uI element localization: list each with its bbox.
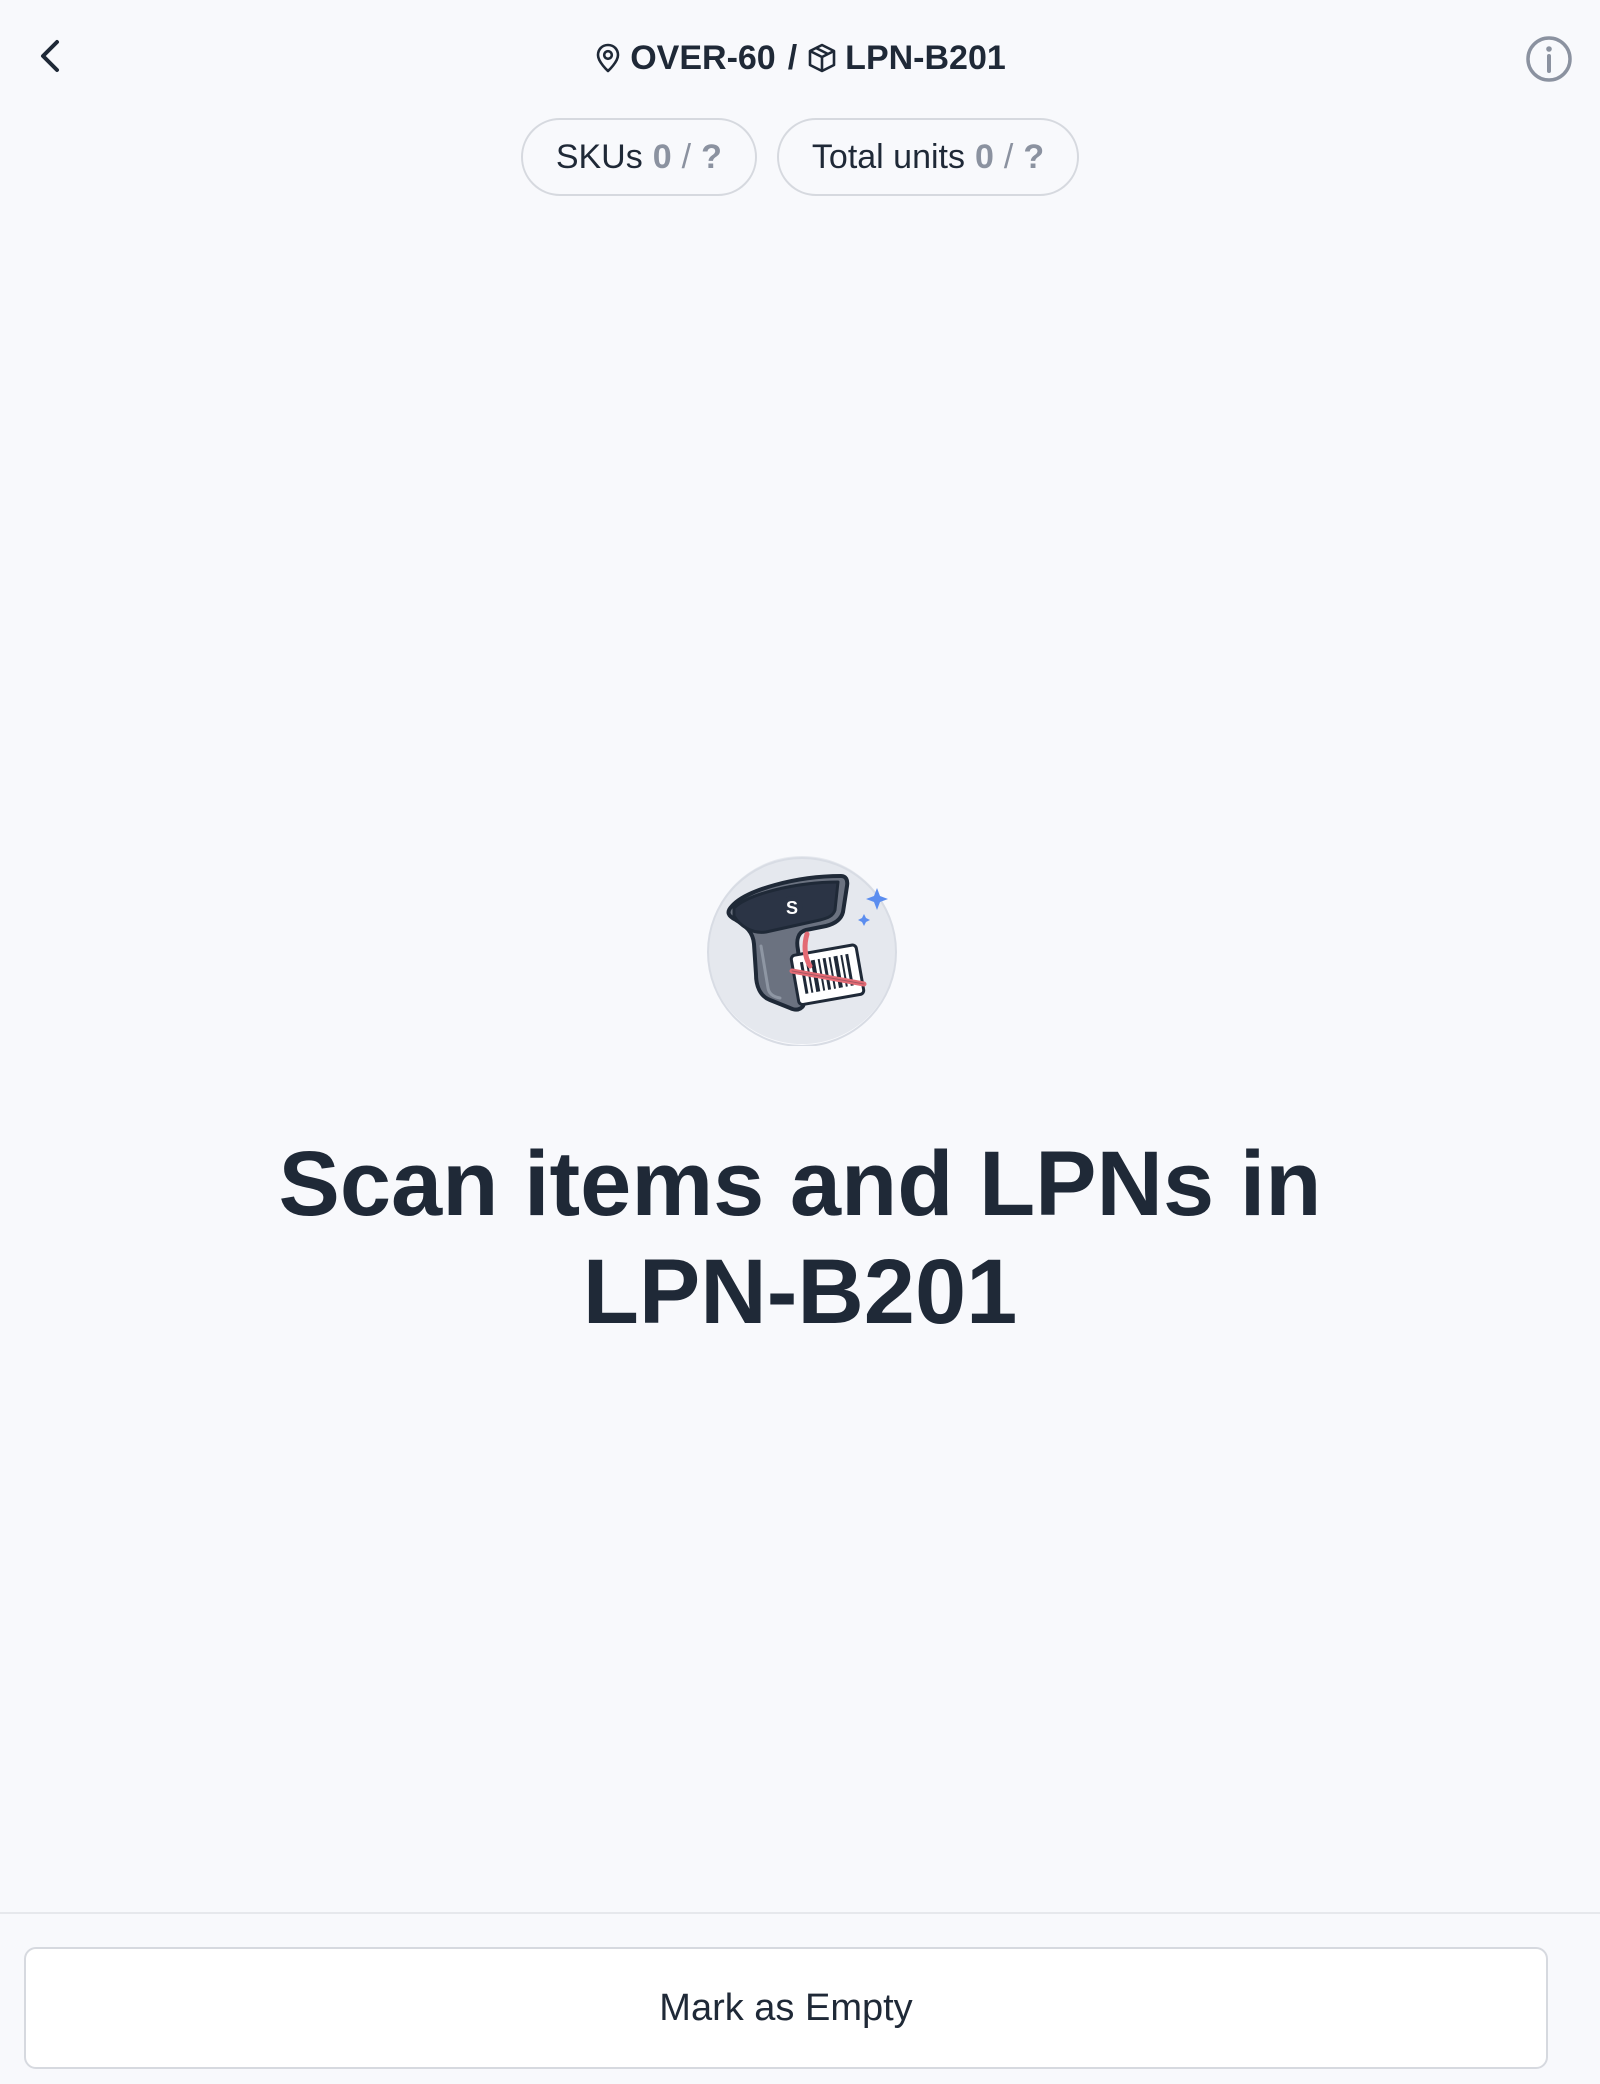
info-circle-icon	[1526, 36, 1572, 82]
skus-label: SKUs	[555, 137, 643, 176]
lpn-label: LPN-B201	[845, 38, 1006, 77]
info-button[interactable]	[1524, 34, 1574, 84]
skus-scanned: 0	[652, 137, 672, 176]
scan-instruction-heading: Scan items and LPNs in LPN-B201	[200, 1130, 1400, 1346]
svg-text:S: S	[786, 898, 798, 918]
units-scanned: 0	[975, 137, 994, 176]
units-counter: Total units 0 / ?	[776, 118, 1080, 196]
skus-expected: ?	[701, 137, 722, 176]
footer-divider	[0, 1912, 1600, 1914]
units-label: Total units	[811, 137, 965, 176]
heading-line-2: LPN-B201	[582, 1241, 1018, 1343]
breadcrumb-separator: /	[787, 38, 798, 77]
counter-pills: SKUs 0 / ? Total units 0 / ?	[0, 118, 1600, 196]
heading-line-1: Scan items and LPNs in	[278, 1133, 1322, 1235]
skus-counter: SKUs 0 / ?	[520, 118, 757, 196]
mark-as-empty-button[interactable]: Mark as Empty	[24, 1947, 1548, 2069]
skus-slash: /	[681, 137, 692, 176]
breadcrumb-location: OVER-60	[594, 39, 776, 78]
box-icon	[808, 43, 836, 73]
barcode-scanner-icon: S	[706, 854, 898, 1047]
map-pin-icon	[596, 43, 620, 73]
location-label: OVER-60	[630, 38, 776, 77]
units-expected: ?	[1023, 137, 1045, 176]
breadcrumb: OVER-60 / LPN-B201	[0, 36, 1600, 80]
breadcrumb-lpn: LPN-B201	[807, 39, 1006, 78]
units-slash: /	[1003, 137, 1014, 176]
